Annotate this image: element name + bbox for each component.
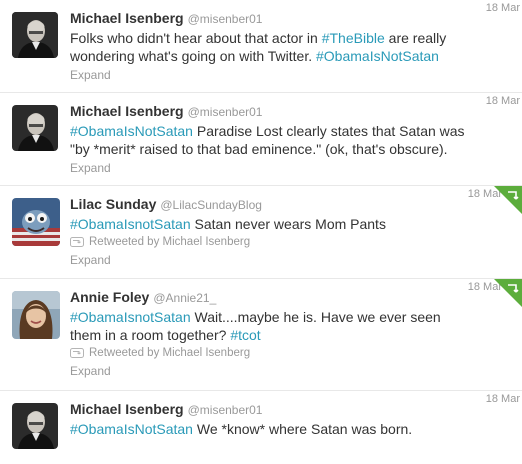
tweet[interactable]: Michael Isenberg @misenber01 #ObamaIsNotS…	[0, 391, 522, 464]
tweet-text: #ObamaIsNotSatan We *know* where Satan w…	[70, 420, 510, 438]
avatar-michael-isenberg[interactable]	[12, 105, 58, 151]
tweet-text-line: #ObamaIsnotSatan Wait....maybe he is. Ha…	[70, 308, 510, 326]
tweet[interactable]: Annie Foley @Annie21_ #ObamaIsnotSatan Wa…	[0, 279, 522, 391]
hashtag-link[interactable]: #tcot	[230, 327, 260, 343]
tweet-text-segment: wondering what's going on with Twitter.	[70, 48, 316, 64]
avatar-annie-foley[interactable]	[12, 291, 60, 339]
tweet-text-line: "by *merit* raised to that bad eminence.…	[70, 140, 510, 158]
tweet-text-segment: Satan never wears Mom Pants	[190, 216, 386, 232]
tweet-text-line: Folks who didn't hear about that actor i…	[70, 29, 510, 47]
tweet-text-line: wondering what's going on with Twitter. …	[70, 47, 510, 65]
tweet-header: Lilac Sunday @LilacSundayBlog	[70, 196, 510, 214]
tweet-content: Annie Foley @Annie21_ #ObamaIsnotSatan Wa…	[70, 289, 510, 380]
retweet-icon	[70, 237, 84, 247]
tweet-timestamp[interactable]: 18 Mar	[486, 393, 520, 405]
expand-link[interactable]: Expand	[70, 253, 111, 267]
tweet-text-line: #ObamaIsNotSatan We *know* where Satan w…	[70, 420, 510, 438]
tweet-fullname[interactable]: Michael Isenberg	[70, 401, 184, 417]
tweet-timestamp[interactable]: 18 Mar	[486, 2, 520, 14]
retweet-corner-icon	[494, 279, 522, 307]
retweet-corner-icon	[494, 186, 522, 214]
tweet-fullname[interactable]: Lilac Sunday	[70, 196, 156, 212]
tweet-text-line: #ObamaIsNotSatan Paradise Lost clearly s…	[70, 122, 510, 140]
tweet-text-line: #ObamaIsnotSatan Satan never wears Mom P…	[70, 215, 510, 233]
hashtag-link[interactable]: #ObamaIsNotSatan	[70, 123, 193, 139]
tweet[interactable]: Michael Isenberg @misenber01 #ObamaIsNotS…	[0, 93, 522, 186]
tweet-text: Folks who didn't hear about that actor i…	[70, 29, 510, 65]
tweet-timestamp[interactable]: 18 Mar	[486, 95, 520, 107]
tweet-username[interactable]: @Annie21_	[153, 291, 216, 305]
retweeted-by-label[interactable]: Retweeted by Michael Isenberg	[89, 347, 250, 359]
tweet-text-line: them in a room together? #tcot	[70, 326, 510, 344]
tweet-text-segment: them in a room together?	[70, 327, 231, 343]
tweet-username[interactable]: @misenber01	[188, 403, 263, 417]
tweet-header: Michael Isenberg @misenber01	[70, 401, 510, 419]
tweet-content: Lilac Sunday @LilacSundayBlog #ObamaIsnot…	[70, 196, 510, 269]
hashtag-link[interactable]: #ObamaIsNotSatan	[70, 421, 193, 437]
avatar-michael-isenberg[interactable]	[12, 12, 58, 58]
hashtag-link[interactable]: #ObamaIsnotSatan	[70, 309, 191, 325]
retweet-icon	[70, 348, 84, 358]
hashtag-link[interactable]: #ObamaIsnotSatan	[70, 216, 191, 232]
tweet-fullname[interactable]: Annie Foley	[70, 289, 149, 305]
retweet-context: Retweeted by Michael Isenberg	[70, 234, 510, 250]
retweeted-by-label[interactable]: Retweeted by Michael Isenberg	[89, 236, 250, 248]
tweet-content: Michael Isenberg @misenber01 Folks who di…	[70, 10, 510, 84]
avatar-michael-isenberg[interactable]	[12, 403, 58, 449]
hashtag-link[interactable]: #ObamaIsNotSatan	[316, 48, 439, 64]
tweet-text-segment: are really	[384, 30, 447, 46]
tweet-fullname[interactable]: Michael Isenberg	[70, 10, 184, 26]
tweet-text: #ObamaIsNotSatan Paradise Lost clearly s…	[70, 122, 510, 158]
tweet-header: Michael Isenberg @misenber01	[70, 103, 510, 121]
tweet-content: Michael Isenberg @misenber01 #ObamaIsNotS…	[70, 401, 510, 438]
tweet-text-segment: We *know* where Satan was born.	[192, 421, 413, 437]
tweet-text: #ObamaIsnotSatan Wait....maybe he is. Ha…	[70, 308, 510, 344]
avatar-lilac-sunday[interactable]	[12, 198, 60, 246]
tweet-text: #ObamaIsnotSatan Satan never wears Mom P…	[70, 215, 510, 233]
tweet-text-segment: Folks who didn't hear about that actor i…	[70, 30, 322, 46]
tweet-header: Annie Foley @Annie21_	[70, 289, 510, 307]
tweet-header: Michael Isenberg @misenber01	[70, 10, 510, 28]
tweet-text-segment: Paradise Lost clearly states that Satan …	[192, 123, 465, 139]
tweet-content: Michael Isenberg @misenber01 #ObamaIsNotS…	[70, 103, 510, 177]
expand-link[interactable]: Expand	[70, 68, 111, 82]
expand-link[interactable]: Expand	[70, 364, 111, 378]
tweet[interactable]: Michael Isenberg @misenber01 Folks who di…	[0, 0, 522, 93]
expand-link[interactable]: Expand	[70, 161, 111, 175]
retweet-context: Retweeted by Michael Isenberg	[70, 345, 510, 361]
tweet[interactable]: Lilac Sunday @LilacSundayBlog #ObamaIsnot…	[0, 186, 522, 279]
tweet-text-segment: Wait....maybe he is. Have we ever seen	[190, 309, 441, 325]
tweet-text-segment: "by *merit* raised to that bad eminence.…	[70, 141, 448, 157]
tweet-timeline: Michael Isenberg @misenber01 Folks who di…	[0, 0, 522, 464]
tweet-fullname[interactable]: Michael Isenberg	[70, 103, 184, 119]
tweet-username[interactable]: @misenber01	[188, 12, 263, 26]
tweet-username[interactable]: @LilacSundayBlog	[160, 198, 262, 212]
tweet-username[interactable]: @misenber01	[188, 105, 263, 119]
hashtag-link[interactable]: #TheBible	[322, 30, 385, 46]
